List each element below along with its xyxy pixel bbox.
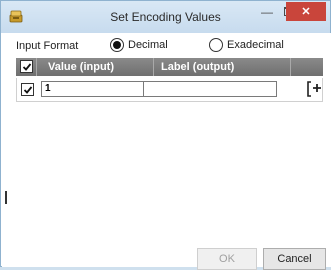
table-header: Value (input) Label (output) — [16, 58, 323, 76]
header-check-cell — [16, 58, 37, 76]
value-input[interactable]: 1 — [41, 81, 153, 97]
title-bar[interactable]: Set Encoding Values — ✕ — [1, 1, 330, 33]
radio-exadecimal-dot[interactable] — [209, 38, 223, 52]
header-action — [291, 58, 323, 76]
input-format-label: Input Format — [16, 40, 79, 52]
select-all-checkbox[interactable] — [20, 60, 33, 73]
radio-decimal[interactable]: Decimal — [110, 38, 168, 52]
checkmark-icon — [23, 85, 32, 94]
add-row-icon[interactable] — [306, 80, 324, 98]
radio-exadecimal[interactable]: Exadecimal — [209, 38, 284, 52]
resize-handle — [5, 191, 7, 204]
radio-decimal-label: Decimal — [128, 39, 168, 51]
label-input[interactable] — [143, 81, 277, 97]
checkmark-icon — [22, 62, 31, 71]
close-button[interactable]: ✕ — [286, 2, 326, 21]
input-format-row: Input Format Decimal Exadecimal — [2, 38, 331, 56]
minimize-button[interactable]: — — [257, 2, 277, 21]
table-row: 1 — [16, 78, 323, 102]
radio-exadecimal-label: Exadecimal — [227, 39, 284, 51]
radio-decimal-dot[interactable] — [110, 38, 124, 52]
header-value: Value (input) — [37, 58, 154, 76]
header-label: Label (output) — [154, 58, 291, 76]
row-checkbox[interactable] — [21, 83, 34, 96]
dialog-window: Set Encoding Values — ✕ Input Format Dec… — [0, 0, 331, 270]
minimize-icon: — — [261, 4, 273, 19]
close-icon: ✕ — [301, 6, 311, 18]
dialog-body: Input Format Decimal Exadecimal Value (i… — [2, 33, 331, 270]
